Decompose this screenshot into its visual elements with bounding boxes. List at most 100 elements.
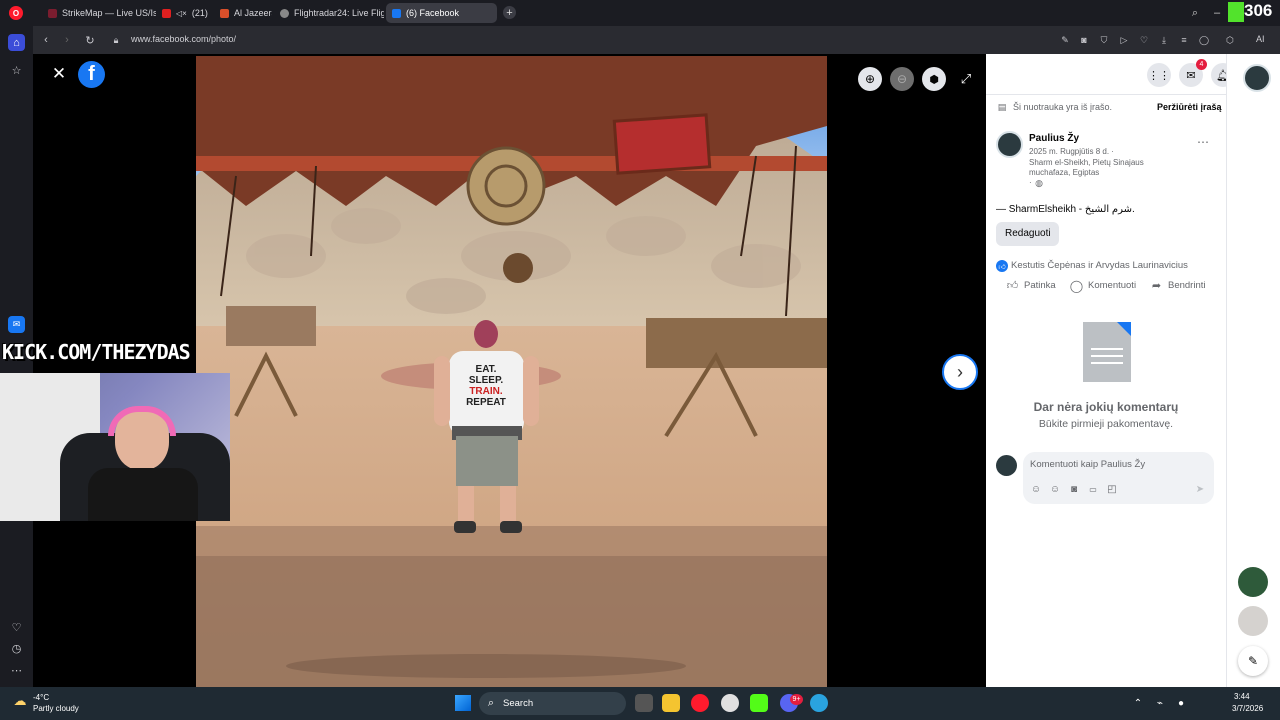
tab-strikemap[interactable]: StrikeMap — Live US/Israe xyxy=(42,3,156,23)
play-icon[interactable]: ▷ xyxy=(1118,34,1130,46)
fullscreen-icon[interactable]: ⤢ xyxy=(958,71,974,87)
opera-logo-icon[interactable]: O xyxy=(9,6,23,20)
share-icon[interactable]: ➦ xyxy=(1150,279,1163,292)
avatar-sticker-icon[interactable]: ☺ xyxy=(1030,483,1042,495)
weather-temp[interactable]: -4°C xyxy=(33,693,49,702)
tray-chevron-icon[interactable]: ⌃ xyxy=(1132,697,1144,709)
reload-icon[interactable]: ↻ xyxy=(82,32,98,48)
photo-notice: Ši nuotrauka yra iš įrašo. xyxy=(1013,102,1113,112)
post-caption: — SharmElsheikh - شرم الشيخ. xyxy=(996,204,1135,215)
telegram-taskbar-icon[interactable] xyxy=(810,694,828,712)
heart-icon[interactable]: ♡ xyxy=(1138,34,1150,46)
tag-icon[interactable]: ⬢ xyxy=(922,67,946,91)
more-icon[interactable]: ⋯ xyxy=(8,662,25,679)
tab-facebook[interactable]: (6) Facebook xyxy=(386,3,497,23)
youtube-favicon-icon xyxy=(162,8,171,18)
ai-button[interactable]: AI xyxy=(1256,34,1265,44)
like-icon[interactable]: 👍︎ xyxy=(1006,279,1019,292)
contact-avatar[interactable] xyxy=(1238,567,1268,597)
microphone-icon[interactable]: ● xyxy=(1175,697,1187,709)
reactions-text[interactable]: Kestutis Čepėnas ir Arvydas Laurinaviciu… xyxy=(1011,260,1188,271)
facebook-logo-icon[interactable]: f xyxy=(78,61,105,88)
no-comments-title: Dar nėra jokių komentarų xyxy=(1033,400,1179,414)
divider xyxy=(986,94,1226,95)
menu-icon[interactable]: ≡ xyxy=(1178,34,1190,46)
post-location-2[interactable]: muchafaza, Egiptas xyxy=(1029,168,1099,177)
file-explorer-icon[interactable] xyxy=(662,694,680,712)
mute-icon: ◁× xyxy=(176,8,187,18)
tab-flightradar[interactable]: Flightradar24: Live Flight xyxy=(274,3,384,23)
privacy-prefix: · xyxy=(1029,178,1032,187)
strikemap-favicon-icon xyxy=(48,8,57,18)
view-post-link[interactable]: Peržiūrėti įrašą xyxy=(1157,102,1222,112)
info-icon: ▤ xyxy=(997,102,1007,112)
like-button[interactable]: Patinka xyxy=(1024,280,1056,291)
menu-grid-icon[interactable]: ⋮⋮ xyxy=(1147,63,1171,87)
contact-avatar[interactable] xyxy=(1238,606,1268,636)
author-avatar[interactable] xyxy=(996,131,1023,158)
comment-box[interactable]: Komentuoti kaip Paulius Žy ☺ ☺ ◙ ▭ ◰ ➤ xyxy=(1023,452,1214,504)
share-button[interactable]: Bendrinti xyxy=(1168,280,1206,291)
camera-comment-icon[interactable]: ◙ xyxy=(1068,483,1080,495)
star-icon[interactable]: ☆ xyxy=(8,62,25,79)
app-taskbar-icon[interactable] xyxy=(721,694,739,712)
commenter-avatar[interactable] xyxy=(996,455,1017,476)
tab-youtube[interactable]: ◁× (21) xyxy=(156,3,214,23)
shirt-line-3: TRAIN. xyxy=(469,386,503,397)
opera-taskbar-icon[interactable] xyxy=(691,694,709,712)
messenger-badge: 4 xyxy=(1196,59,1207,70)
profile-icon[interactable]: ◯ xyxy=(1198,34,1210,46)
post-options-icon[interactable]: ⋯ xyxy=(1194,135,1212,149)
search-label: Search xyxy=(503,698,534,709)
new-tab-icon[interactable]: + xyxy=(503,6,516,19)
taskbar-search[interactable]: ⌕ Search xyxy=(479,692,626,715)
task-view-icon[interactable] xyxy=(635,694,653,712)
gif-icon[interactable]: ▭ xyxy=(1087,483,1099,495)
headphones-icon xyxy=(108,406,176,436)
author-name[interactable]: Paulius Žy xyxy=(1029,133,1079,144)
clock-date[interactable]: 3/7/2026 xyxy=(1232,704,1263,713)
messenger-sidebar-icon[interactable]: ✉ xyxy=(8,316,25,333)
discord-badge: 9+ xyxy=(790,694,803,705)
shirt-line-2: SLEEP. xyxy=(469,375,503,386)
back-icon[interactable]: ‹ xyxy=(38,32,54,48)
home-icon[interactable]: ⌂ xyxy=(8,34,25,51)
shield-icon[interactable]: ⛉ xyxy=(1098,34,1110,46)
edit-button[interactable]: Redaguoti xyxy=(996,222,1059,246)
close-icon[interactable]: ✕ xyxy=(50,64,68,83)
sticker-icon[interactable]: ◰ xyxy=(1106,483,1118,495)
tab-aljazeera[interactable]: Al Jazeera Eng xyxy=(214,3,272,23)
camera-icon[interactable]: ◙ xyxy=(1078,34,1090,46)
next-photo-button[interactable]: › xyxy=(942,354,978,390)
download-icon[interactable]: ⤓ xyxy=(1158,34,1170,46)
new-message-icon[interactable]: ✎ xyxy=(1238,646,1268,676)
account-avatar[interactable] xyxy=(1243,64,1271,92)
extensions-icon[interactable]: ⬡ xyxy=(1224,34,1236,46)
zoom-in-icon[interactable]: ⊕ xyxy=(858,67,882,91)
comment-icon[interactable]: ◯ xyxy=(1070,279,1083,293)
minimize-icon[interactable]: – xyxy=(1210,6,1224,20)
search-icon: ⌕ xyxy=(487,696,495,709)
network-icon[interactable]: ⌁ xyxy=(1154,697,1166,709)
kick-overlay-text: KICK.COM/THEZYDAS xyxy=(2,340,191,364)
emoji-icon[interactable]: ☺ xyxy=(1049,483,1061,495)
weather-icon[interactable]: ☁ xyxy=(12,693,28,708)
post-date[interactable]: 2025 m. Rugpjūtis 8 d. · xyxy=(1029,147,1114,156)
doc-line xyxy=(1091,348,1123,350)
kick-taskbar-icon[interactable] xyxy=(750,694,768,712)
forward-icon[interactable]: › xyxy=(59,32,75,48)
comment-button[interactable]: Komentuoti xyxy=(1088,280,1136,291)
zoom-out-icon[interactable]: ⊖ xyxy=(890,67,914,91)
edit-icon[interactable]: ✎ xyxy=(1059,34,1071,46)
weather-desc[interactable]: Partly cloudy xyxy=(33,704,79,713)
comment-input[interactable]: Komentuoti kaip Paulius Žy xyxy=(1030,459,1145,470)
send-icon[interactable]: ➤ xyxy=(1194,483,1206,495)
clock-time[interactable]: 3:44 xyxy=(1234,692,1250,701)
shirt-line-4: REPEAT xyxy=(466,397,506,408)
heart-sidebar-icon[interactable]: ♡ xyxy=(8,619,25,636)
post-location-1[interactable]: Sharm el-Sheikh, Pietų Sinajaus xyxy=(1029,158,1144,167)
history-icon[interactable]: ◷ xyxy=(8,640,25,657)
windows-start-icon[interactable] xyxy=(455,695,471,711)
url-field[interactable]: www.facebook.com/photo/ xyxy=(131,34,236,44)
tab-search-icon[interactable]: ⌕ xyxy=(1188,6,1202,20)
